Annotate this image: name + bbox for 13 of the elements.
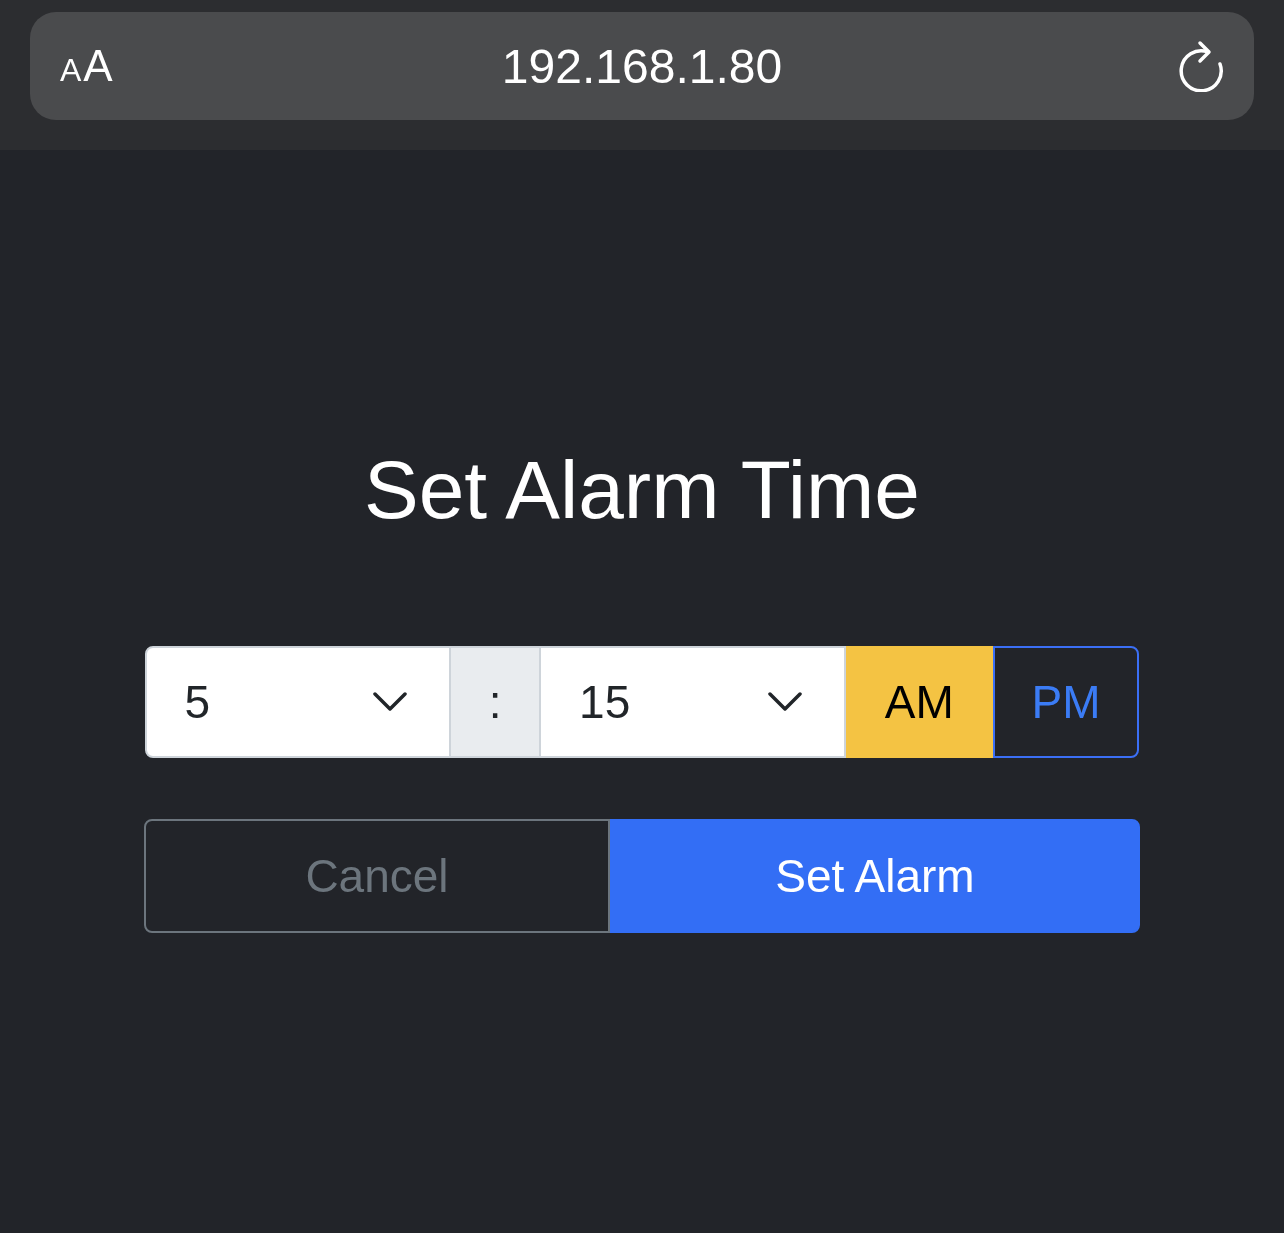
period-toggle[interactable]: AM — [845, 646, 993, 758]
page-title: Set Alarm Time — [364, 445, 920, 535]
period-toggle[interactable]: PM — [992, 646, 1140, 758]
reload-icon[interactable] — [1178, 40, 1226, 92]
text-size-button[interactable]: AA — [60, 44, 113, 88]
minute-select[interactable]: 15 — [539, 646, 846, 758]
set-alarm-button[interactable]: Set Alarm — [610, 819, 1140, 933]
url-text: 192.168.1.80 — [501, 38, 783, 94]
hour-select[interactable]: 5 — [144, 646, 452, 758]
chevron-down-icon — [767, 692, 802, 712]
chevron-down-icon — [373, 692, 408, 712]
address-bar[interactable]: AA 192.168.1.80 — [30, 12, 1254, 120]
time-separator: : — [451, 646, 540, 758]
